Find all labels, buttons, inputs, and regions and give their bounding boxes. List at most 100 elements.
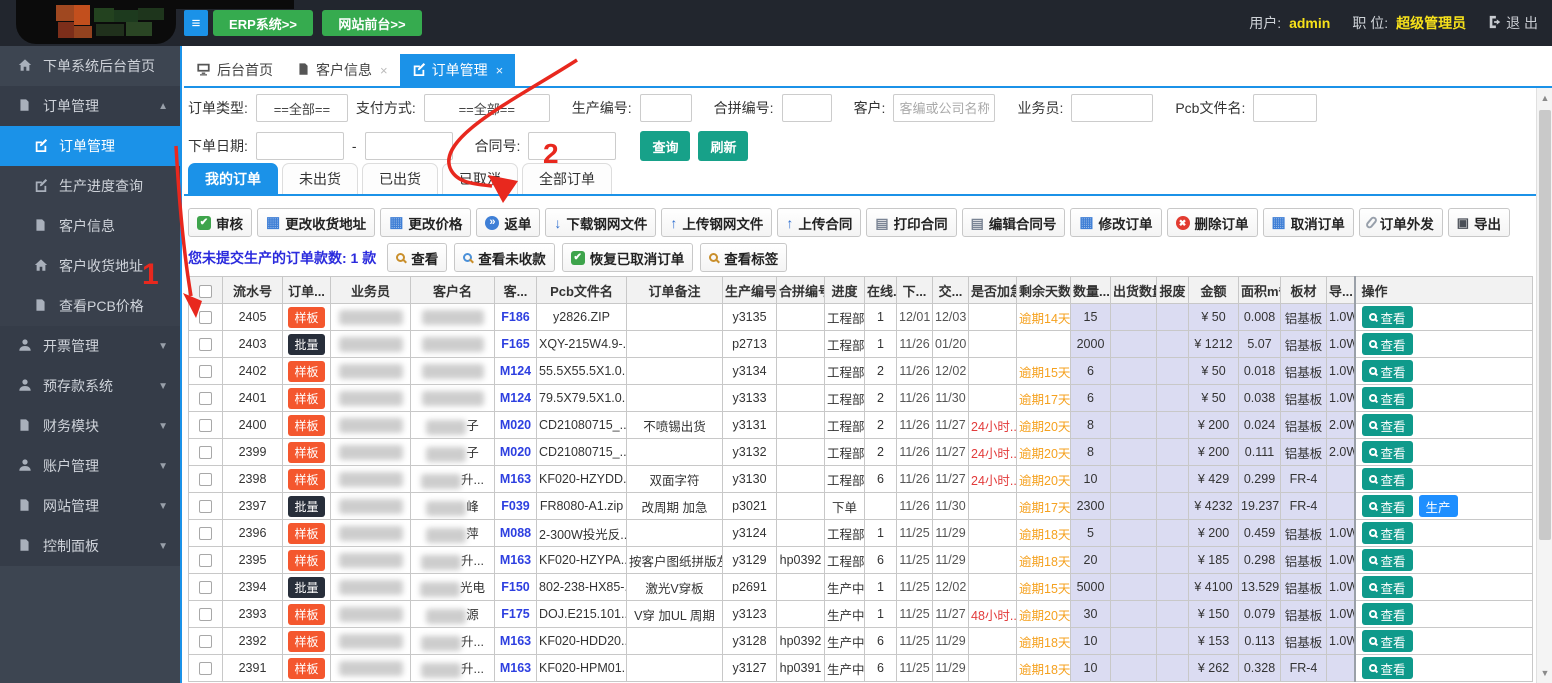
order-tab-未出货[interactable]: 未出货 bbox=[282, 163, 358, 194]
订单外发-button[interactable]: 订单外发 bbox=[1358, 208, 1443, 237]
customer-code-link[interactable]: M020 bbox=[500, 418, 531, 432]
scroll-up-arrow[interactable]: ▲ bbox=[1537, 90, 1552, 106]
删除订单-button[interactable]: ✖ 删除订单 bbox=[1166, 208, 1258, 237]
sidebar-item-网站管理[interactable]: 网站管理 ▼ bbox=[0, 486, 180, 526]
view-button[interactable]: 查看 bbox=[1361, 333, 1413, 355]
sidebar-item-查看PCB价格[interactable]: 查看PCB价格 bbox=[0, 286, 180, 326]
order-date-from-input[interactable] bbox=[255, 132, 344, 160]
审核-button[interactable]: ✔ 审核 bbox=[188, 208, 252, 237]
order-tab-全部订单[interactable]: 全部订单 bbox=[522, 163, 612, 194]
view-button[interactable]: 查看 bbox=[1361, 576, 1413, 598]
customer-code-link[interactable]: M163 bbox=[500, 634, 531, 648]
refresh-button[interactable]: 刷新 bbox=[698, 131, 749, 161]
sidebar-item-开票管理[interactable]: 开票管理 ▼ bbox=[0, 326, 180, 366]
view-button[interactable]: 查看 bbox=[1361, 522, 1413, 544]
恢复已取消订单-button[interactable]: ✔ 恢复已取消订单 bbox=[561, 243, 694, 272]
produce-button[interactable]: 生产 bbox=[1418, 495, 1458, 517]
customer-code-link[interactable]: F186 bbox=[501, 310, 530, 324]
sidebar-item-生产进度查询[interactable]: 生产进度查询 bbox=[0, 166, 180, 206]
sidebar-item-订单管理[interactable]: 订单管理 bbox=[0, 126, 180, 166]
customer-code-link[interactable]: M124 bbox=[500, 391, 531, 405]
view-button[interactable]: 查看 bbox=[1361, 630, 1413, 652]
上传钢网文件-button[interactable]: ↑ 上传钢网文件 bbox=[661, 208, 773, 237]
erp-system-button[interactable]: ERP系统>> bbox=[213, 10, 313, 36]
salesman-input[interactable] bbox=[1071, 94, 1154, 122]
pay-method-select[interactable]: ==全部== bbox=[423, 94, 550, 122]
view-button[interactable]: 查看 bbox=[1361, 468, 1413, 490]
row-checkbox[interactable] bbox=[199, 581, 212, 595]
customer-code-link[interactable]: M163 bbox=[500, 472, 531, 486]
取消订单-button[interactable]: ▦ 取消订单 bbox=[1262, 208, 1354, 237]
row-checkbox[interactable] bbox=[199, 662, 212, 676]
order-tab-我的订单[interactable]: 我的订单 bbox=[188, 163, 278, 194]
view-button[interactable]: 查看 bbox=[1361, 360, 1413, 382]
customer-code-link[interactable]: F150 bbox=[501, 580, 530, 594]
sidebar-item-账户管理[interactable]: 账户管理 ▼ bbox=[0, 446, 180, 486]
vertical-scrollbar[interactable]: ▲ ▼ bbox=[1536, 88, 1552, 683]
view-button[interactable]: 查看 bbox=[1361, 657, 1413, 679]
customer-code-link[interactable]: M163 bbox=[500, 661, 531, 675]
row-checkbox[interactable] bbox=[199, 311, 212, 325]
view-button[interactable]: 查看 bbox=[1361, 549, 1413, 571]
customer-code-link[interactable]: F175 bbox=[501, 607, 530, 621]
order-date-to-input[interactable] bbox=[364, 132, 453, 160]
sidebar-item-客户收货地址[interactable]: 客户收货地址 bbox=[0, 246, 180, 286]
pcb-name-input[interactable] bbox=[1253, 94, 1318, 122]
row-checkbox[interactable] bbox=[199, 338, 212, 352]
hamburger-menu-button[interactable]: ≡ bbox=[184, 10, 208, 36]
tab-客户信息[interactable]: 客户信息 × bbox=[285, 54, 400, 86]
查看未收款-button[interactable]: 查看未收款 bbox=[454, 243, 555, 272]
customer-input[interactable] bbox=[893, 94, 996, 122]
sidebar-item-预存款系统[interactable]: 预存款系统 ▼ bbox=[0, 366, 180, 406]
view-button[interactable]: 查看 bbox=[1361, 306, 1413, 328]
更改收货地址-button[interactable]: ▦ 更改收货地址 bbox=[257, 208, 376, 237]
tab-订单管理[interactable]: 订单管理 × bbox=[399, 54, 516, 86]
customer-code-link[interactable]: M020 bbox=[500, 445, 531, 459]
下载钢网文件-button[interactable]: ↓ 下载钢网文件 bbox=[545, 208, 657, 237]
编辑合同号-button[interactable]: ▤ 编辑合同号 bbox=[961, 208, 1066, 237]
close-icon[interactable]: × bbox=[380, 63, 388, 78]
sidebar-item-订单管理[interactable]: 订单管理 ▲ bbox=[0, 86, 180, 126]
contract-no-input[interactable] bbox=[528, 132, 617, 160]
row-checkbox[interactable] bbox=[199, 365, 212, 379]
row-checkbox[interactable] bbox=[199, 527, 212, 541]
上传合同-button[interactable]: ↑ 上传合同 bbox=[777, 208, 862, 237]
customer-code-link[interactable]: F039 bbox=[501, 499, 530, 513]
查看-button[interactable]: 查看 bbox=[387, 243, 448, 272]
sidebar-item-财务模块[interactable]: 财务模块 ▼ bbox=[0, 406, 180, 446]
导出-button[interactable]: ▣ 导出 bbox=[1447, 208, 1511, 237]
row-checkbox[interactable] bbox=[199, 554, 212, 568]
scrollbar-thumb[interactable] bbox=[1539, 110, 1551, 540]
logout-button[interactable]: 退 出 bbox=[1488, 13, 1538, 33]
更改价格-button[interactable]: ▦ 更改价格 bbox=[380, 208, 472, 237]
order-type-select[interactable]: ==全部== bbox=[255, 94, 348, 122]
sidebar-item-客户信息[interactable]: 客户信息 bbox=[0, 206, 180, 246]
修改订单-button[interactable]: ▦ 修改订单 bbox=[1070, 208, 1162, 237]
view-button[interactable]: 查看 bbox=[1361, 441, 1413, 463]
row-checkbox[interactable] bbox=[199, 500, 212, 514]
site-front-button[interactable]: 网站前台>> bbox=[322, 10, 422, 36]
view-button[interactable]: 查看 bbox=[1361, 495, 1413, 517]
row-checkbox[interactable] bbox=[199, 446, 212, 460]
row-checkbox[interactable] bbox=[199, 419, 212, 433]
customer-code-link[interactable]: M163 bbox=[500, 553, 531, 567]
打印合同-button[interactable]: ▤ 打印合同 bbox=[866, 208, 957, 237]
tab-后台首页[interactable]: 后台首页 bbox=[184, 54, 285, 86]
customer-code-link[interactable]: M088 bbox=[500, 526, 531, 540]
查看标签-button[interactable]: 查看标签 bbox=[700, 243, 788, 272]
sidebar-item-下单系统后台首页[interactable]: 下单系统后台首页 bbox=[0, 46, 180, 86]
order-tab-已出货[interactable]: 已出货 bbox=[362, 163, 438, 194]
返单-button[interactable]: » 返单 bbox=[476, 208, 541, 237]
order-tab-已取消[interactable]: 已取消 bbox=[442, 163, 518, 194]
row-checkbox[interactable] bbox=[199, 635, 212, 649]
select-all-checkbox[interactable] bbox=[199, 284, 212, 298]
prod-no-input[interactable] bbox=[639, 94, 692, 122]
view-button[interactable]: 查看 bbox=[1361, 414, 1413, 436]
close-icon[interactable]: × bbox=[496, 63, 504, 78]
sidebar-item-控制面板[interactable]: 控制面板 ▼ bbox=[0, 526, 180, 566]
query-button[interactable]: 查询 bbox=[640, 131, 691, 161]
customer-code-link[interactable]: F165 bbox=[501, 337, 530, 351]
customer-code-link[interactable]: M124 bbox=[500, 364, 531, 378]
scroll-down-arrow[interactable]: ▼ bbox=[1537, 665, 1552, 681]
merge-no-input[interactable] bbox=[781, 94, 832, 122]
